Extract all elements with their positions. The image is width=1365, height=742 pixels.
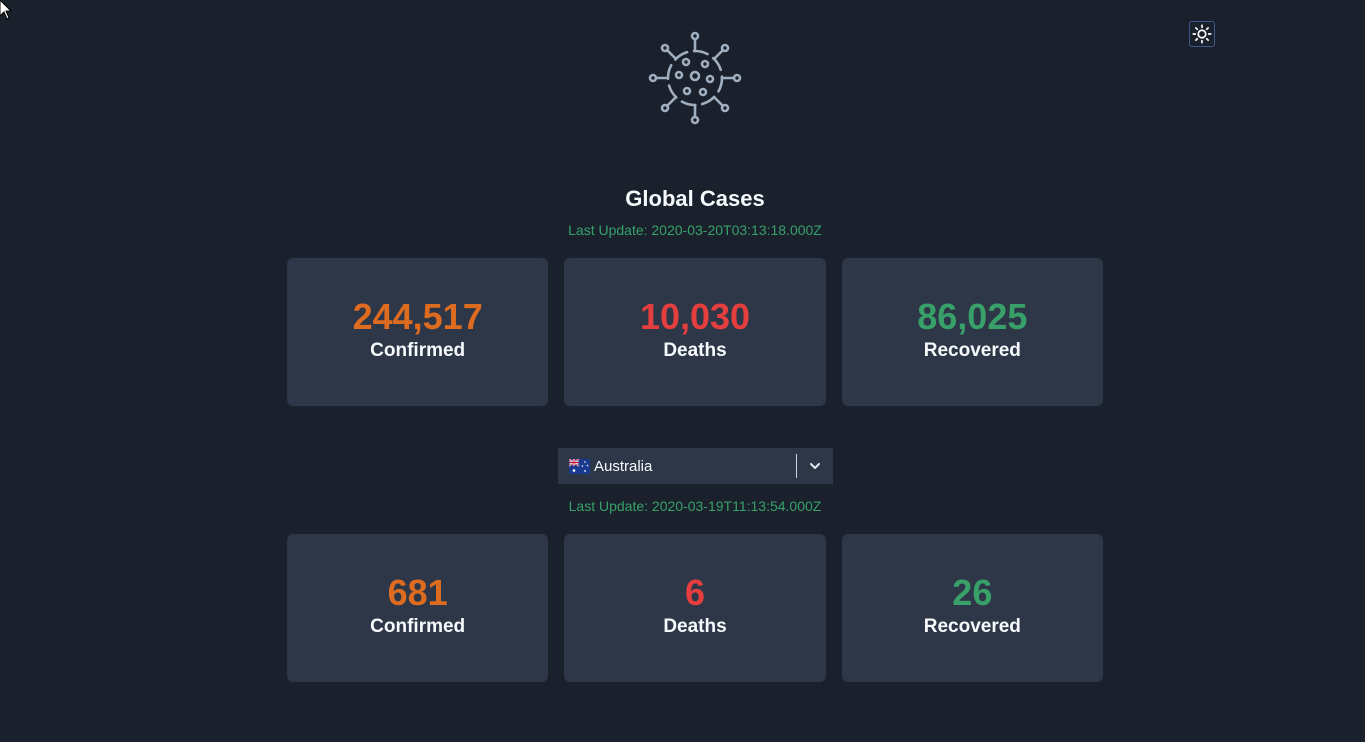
global-last-update: Last Update: 2020-03-20T03:13:18.000Z — [568, 222, 822, 238]
global-confirmed-label: Confirmed — [370, 339, 466, 361]
global-recovered-label: Recovered — [923, 339, 1021, 361]
global-deaths-value: 10,030 — [639, 295, 751, 337]
global-deaths-card: 10,030 Deaths — [564, 258, 826, 406]
country-last-update: Last Update: 2020-03-19T11:13:54.000Z — [568, 498, 822, 514]
virus-icon — [648, 31, 742, 125]
theme-toggle-button[interactable] — [1189, 21, 1215, 47]
country-recovered-value: 26 — [952, 571, 993, 613]
country-deaths-label: Deaths — [663, 615, 727, 637]
country-confirmed-card: 681 Confirmed — [287, 534, 549, 682]
country-recovered-card: 26 Recovered — [841, 534, 1103, 682]
australia-flag-icon — [569, 458, 590, 474]
global-confirmed-card: 244,517 Confirmed — [287, 258, 549, 406]
country-deaths-card: 6 Deaths — [564, 534, 826, 682]
country-confirmed-value: 681 — [387, 571, 448, 613]
sun-icon — [1192, 24, 1212, 44]
global-stats: 244,517 Confirmed 10,030 Deaths 86,025 R… — [287, 258, 1103, 406]
country-select[interactable]: Australia — [558, 448, 833, 484]
country-select-value: Australia — [594, 457, 653, 475]
global-recovered-value: 86,025 — [917, 295, 1028, 337]
country-confirmed-label: Confirmed — [370, 615, 466, 637]
global-cases-title: Global Cases — [625, 186, 765, 211]
country-deaths-value: 6 — [684, 571, 705, 613]
global-confirmed-value: 244,517 — [352, 295, 483, 337]
country-stats: 681 Confirmed 6 Deaths 26 Recovered — [287, 534, 1103, 682]
chevron-down-icon — [810, 463, 820, 469]
mouse-cursor-icon — [0, 0, 12, 20]
global-recovered-card: 86,025 Recovered — [841, 258, 1103, 406]
global-deaths-label: Deaths — [663, 339, 727, 361]
page: Global Cases Last Update: 2020-03-20T03:… — [0, 0, 1365, 742]
country-recovered-label: Recovered — [923, 615, 1021, 637]
dropdown-toggle[interactable] — [797, 448, 833, 484]
